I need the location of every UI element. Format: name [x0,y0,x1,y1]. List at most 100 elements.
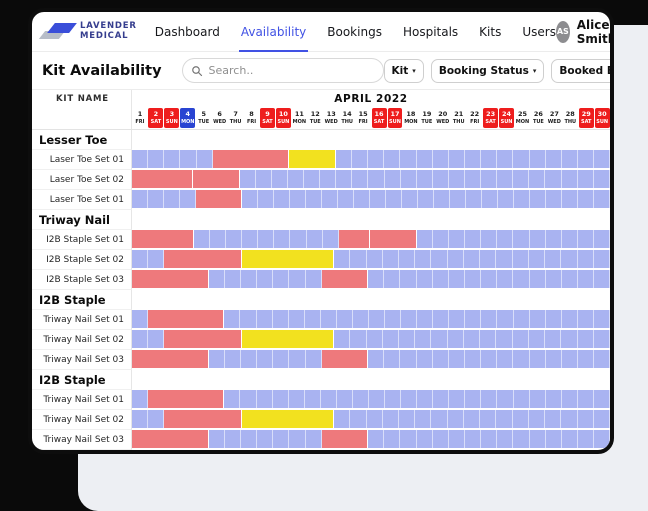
booking-cell-day-26-blue[interactable] [530,230,546,248]
booking-cell-day-2-blue[interactable] [148,250,164,268]
booking-cell-day-11-yellow[interactable] [289,150,304,168]
booking-cell-day-13-blue[interactable] [321,310,337,328]
booking-cell-day-23-blue[interactable] [480,250,496,268]
booking-cell-day-27-blue[interactable] [546,390,562,408]
booking-cell-day-25-blue[interactable] [514,390,530,408]
booking-cell-day-29-blue[interactable] [578,430,594,448]
booking-cell-day-29-blue[interactable] [578,410,594,428]
booking-cell-day-3-red[interactable] [162,230,177,248]
booking-cell-day-16-blue[interactable] [368,430,384,448]
booking-cell-day-23-blue[interactable] [481,310,497,328]
booking-cell-day-21-blue[interactable] [449,430,465,448]
booking-cell-day-19-blue[interactable] [417,170,433,188]
booking-cell-day-16-red[interactable] [370,230,385,248]
booking-cell-day-21-blue[interactable] [449,310,465,328]
booking-cell-day-11-blue[interactable] [289,390,305,408]
booking-cell-day-18-blue[interactable] [399,330,415,348]
booking-cell-day-28-blue[interactable] [562,150,578,168]
booking-cell-day-13-red[interactable] [322,430,337,448]
booking-cell-day-16-blue[interactable] [369,310,385,328]
booking-cell-day-26-blue[interactable] [530,190,546,208]
booking-cell-day-10-blue[interactable] [274,190,290,208]
booking-cell-day-28-blue[interactable] [562,390,578,408]
booking-cell-day-12-yellow[interactable] [303,410,318,428]
booking-cell-day-12-yellow[interactable] [303,250,318,268]
booking-cell-day-6-red[interactable] [210,410,225,428]
booking-cell-day-1-blue[interactable] [132,250,148,268]
booking-cell-day-23-blue[interactable] [480,330,496,348]
booking-cell-day-11-yellow[interactable] [287,410,302,428]
nav-item-kits[interactable]: Kits [479,12,501,51]
booking-cell-day-4-red[interactable] [180,410,195,428]
booking-cell-day-7-blue[interactable] [224,310,240,328]
booking-cell-day-20-blue[interactable] [434,190,450,208]
booking-cell-day-19-blue[interactable] [417,150,433,168]
booking-cell-day-24-blue[interactable] [497,230,513,248]
booking-cell-day-3-blue[interactable] [164,150,180,168]
booking-cell-day-19-blue[interactable] [418,190,434,208]
booking-cell-day-12-blue[interactable] [306,430,322,448]
booking-cell-day-25-blue[interactable] [513,170,529,188]
booking-cell-day-23-blue[interactable] [481,350,497,368]
booking-cell-day-18-blue[interactable] [401,390,417,408]
booking-cell-day-11-blue[interactable] [290,230,306,248]
booking-cell-day-26-blue[interactable] [530,310,546,328]
booking-cell-day-27-blue[interactable] [545,410,561,428]
avatar[interactable]: AS [556,21,570,43]
booking-cell-day-8-blue[interactable] [241,430,257,448]
booking-cell-day-28-blue[interactable] [562,170,578,188]
booking-cell-day-14-blue[interactable] [337,310,353,328]
booking-cell-day-7-red[interactable] [224,170,240,188]
booking-cell-day-7-red[interactable] [225,410,241,428]
booking-cell-day-11-yellow[interactable] [287,330,302,348]
booking-cell-day-22-blue[interactable] [464,250,480,268]
booking-cell-day-2-red[interactable] [148,310,163,328]
booking-cell-day-8-blue[interactable] [240,310,256,328]
booking-cell-day-14-red[interactable] [339,230,354,248]
booking-cell-day-3-red[interactable] [163,390,178,408]
booking-cell-day-10-yellow[interactable] [272,250,287,268]
booking-cell-day-19-blue[interactable] [417,430,433,448]
booking-cell-day-23-blue[interactable] [481,150,497,168]
booking-cell-day-5-blue[interactable] [194,230,210,248]
booking-cell-day-9-blue[interactable] [257,390,273,408]
booking-cell-day-15-blue[interactable] [354,190,370,208]
booking-cell-day-9-yellow[interactable] [257,410,272,428]
booking-cell-day-29-blue[interactable] [578,270,594,288]
booking-cell-day-17-blue[interactable] [384,150,400,168]
booking-cell-day-14-red[interactable] [337,270,352,288]
booking-cell-day-10-blue[interactable] [273,350,289,368]
booking-cell-day-8-yellow[interactable] [242,330,257,348]
booking-cell-day-21-blue[interactable] [450,190,466,208]
booking-cell-day-23-blue[interactable] [481,170,497,188]
booking-cell-day-28-blue[interactable] [562,430,578,448]
booking-cell-day-23-blue[interactable] [481,270,497,288]
booking-cell-day-20-blue[interactable] [433,230,449,248]
booking-cell-day-30-blue[interactable] [594,410,610,428]
booking-cell-day-12-blue[interactable] [307,230,323,248]
booking-cell-day-9-blue[interactable] [257,350,273,368]
booking-cell-day-11-yellow[interactable] [287,250,302,268]
booking-cell-day-28-blue[interactable] [562,270,578,288]
booking-cell-day-28-blue[interactable] [562,310,578,328]
booking-cell-day-26-blue[interactable] [529,170,545,188]
booking-cell-day-30-blue[interactable] [594,350,610,368]
nav-item-availability[interactable]: Availability [241,12,306,51]
booking-cell-day-3-red[interactable] [162,350,177,368]
booking-cell-day-30-blue[interactable] [594,250,610,268]
booking-cell-day-13-yellow[interactable] [318,250,334,268]
booking-cell-day-6-red[interactable] [208,390,224,408]
booking-cell-day-4-red[interactable] [177,430,192,448]
booking-cell-day-25-blue[interactable] [513,230,529,248]
booking-cell-day-6-blue[interactable] [209,350,225,368]
booking-cell-day-13-blue[interactable] [323,230,339,248]
booking-cell-day-17-red[interactable] [385,230,400,248]
booking-cell-day-30-blue[interactable] [594,150,610,168]
booking-cell-day-5-red[interactable] [195,330,210,348]
booking-cell-day-7-blue[interactable] [226,230,242,248]
booking-cell-day-15-blue[interactable] [352,170,368,188]
booking-cell-day-4-red[interactable] [180,250,195,268]
booking-cell-day-10-blue[interactable] [273,390,289,408]
booking-cell-day-1-red[interactable] [132,230,147,248]
booking-cell-day-18-red[interactable] [400,230,416,248]
